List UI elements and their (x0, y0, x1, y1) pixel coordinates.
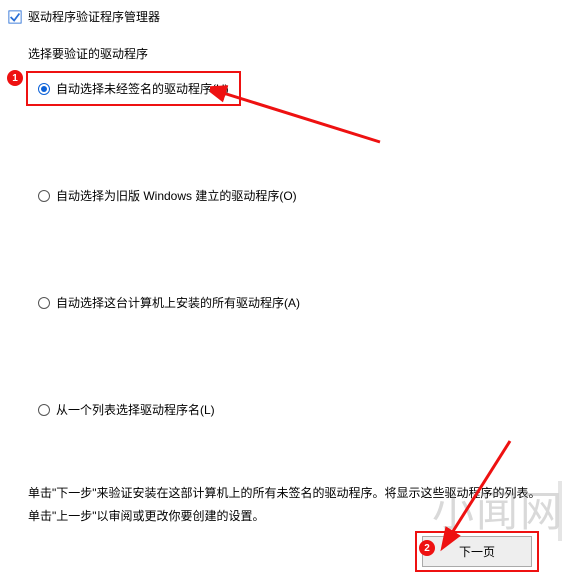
radio-label: 自动选择这台计算机上安装的所有驱动程序(A) (56, 294, 300, 311)
radio-icon (38, 297, 50, 309)
instruction-line: 单击"下一步"来验证安装在这部计算机上的所有未签名的驱动程序。将显示这些驱动程序… (28, 482, 544, 505)
main-content: 选择要验证的驱动程序 自动选择未经签名的驱动程序(U) 自动选择为旧版 Wind… (0, 31, 572, 424)
instruction-line: 单击"上一步"以审阅或更改你要创建的设置。 (28, 505, 544, 528)
radio-icon (38, 404, 50, 416)
radio-group: 自动选择未经签名的驱动程序(U) 自动选择为旧版 Windows 建立的驱动程序… (28, 74, 544, 424)
radio-label: 自动选择未经签名的驱动程序(U) (56, 80, 229, 97)
annotation-step-badge-1: 1 (7, 70, 23, 86)
window-title: 驱动程序验证程序管理器 (28, 8, 160, 25)
next-button[interactable]: 下一页 (422, 536, 532, 567)
radio-option-all-drivers[interactable]: 自动选择这台计算机上安装的所有驱动程序(A) (34, 288, 304, 317)
annotation-step-badge-2: 2 (419, 540, 435, 556)
next-button-label: 下一页 (459, 545, 495, 559)
radio-label: 从一个列表选择驱动程序名(L) (56, 401, 215, 418)
radio-icon (38, 190, 50, 202)
radio-option-old-windows[interactable]: 自动选择为旧版 Windows 建立的驱动程序(O) (34, 181, 301, 210)
radio-label: 自动选择为旧版 Windows 建立的驱动程序(O) (56, 187, 297, 204)
app-icon (8, 10, 22, 24)
watermark-bar (558, 481, 562, 541)
instruction-text: 单击"下一步"来验证安装在这部计算机上的所有未签名的驱动程序。将显示这些驱动程序… (0, 468, 572, 528)
radio-icon (38, 83, 50, 95)
window-titlebar: 驱动程序验证程序管理器 (0, 0, 572, 31)
button-row: 下一页 (422, 536, 532, 567)
radio-option-unsigned[interactable]: 自动选择未经签名的驱动程序(U) (34, 74, 233, 103)
radio-option-from-list[interactable]: 从一个列表选择驱动程序名(L) (34, 395, 219, 424)
section-heading: 选择要验证的驱动程序 (28, 45, 544, 62)
